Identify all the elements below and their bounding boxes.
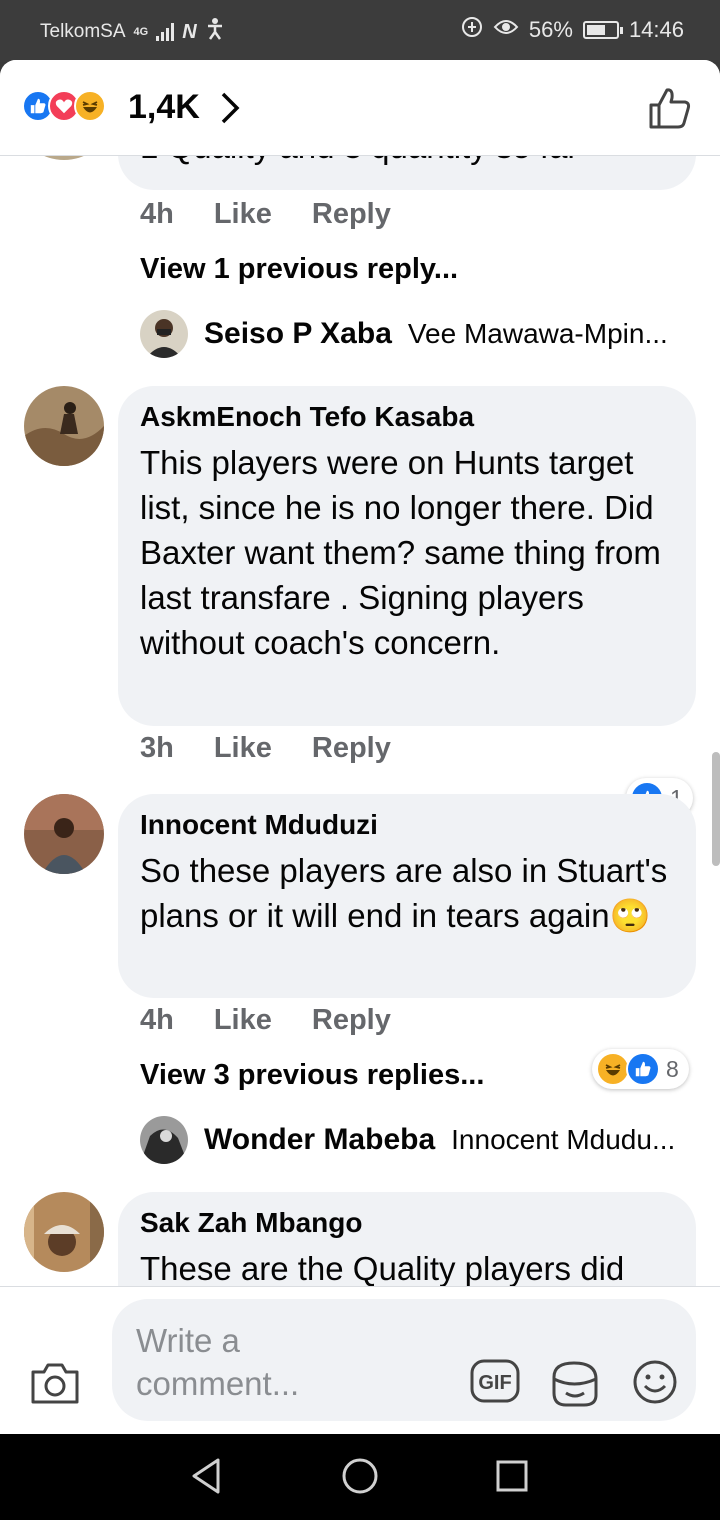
scrollbar[interactable] [712, 752, 720, 866]
comment-list[interactable]: 1 Quality and 3 quantity so far 4h Like … [0, 156, 720, 1286]
gif-icon[interactable]: GIF [470, 1359, 520, 1408]
avatar[interactable] [24, 386, 104, 466]
emoji-icon[interactable] [632, 1359, 678, 1410]
system-nav-bar [0, 1434, 720, 1520]
reply-preview: Innocent Mdudu... [451, 1124, 676, 1155]
status-right: 56% 14:46 [461, 16, 684, 44]
comment-bubble[interactable]: AskmEnoch Tefo Kasaba This players were … [118, 386, 696, 726]
reply-button[interactable]: Reply [312, 198, 391, 231]
comments-sheet: 1,4K 1 Quality and 3 quantity so far 4h … [0, 60, 720, 1434]
sticker-icon[interactable] [550, 1359, 600, 1412]
home-icon[interactable] [340, 1456, 380, 1501]
nfc-icon: N [182, 20, 197, 43]
like-icon [626, 1052, 660, 1086]
comment-author[interactable]: Sak Zah Mbango [140, 1206, 674, 1240]
comment-meta: 4h Like Reply [140, 1004, 391, 1037]
reply-button[interactable]: Reply [312, 1004, 391, 1037]
avatar[interactable] [140, 1116, 188, 1164]
comment-time: 4h [140, 198, 174, 230]
haha-icon [74, 90, 106, 122]
reply-author[interactable]: Wonder Mabeba [204, 1123, 435, 1157]
comment-placeholder: Write a comment... [136, 1322, 300, 1402]
comment-author[interactable]: AskmEnoch Tefo Kasaba [140, 400, 674, 434]
chevron-right-icon[interactable] [218, 90, 242, 131]
carrier-label: TelkomSA [40, 21, 126, 42]
signal-icon [156, 23, 175, 41]
comment-meta: 3h Like Reply [140, 732, 391, 765]
reply-preview: Vee Mawawa-Mpin... [407, 318, 668, 349]
reply-author[interactable]: Seiso P Xaba [204, 317, 392, 351]
avatar[interactable] [24, 794, 104, 874]
comment-text: These are the Quality players did [140, 1250, 625, 1286]
clock: 14:46 [628, 17, 684, 42]
status-left: TelkomSA 4G N [40, 18, 225, 46]
comment-time: 4h [140, 1004, 174, 1036]
comment-text: 1 Quality and 3 quantity so far [140, 156, 674, 169]
view-previous-replies[interactable]: View 1 previous reply... [140, 253, 458, 286]
reactions-header: 1,4K [0, 60, 720, 156]
eye-comfort-icon [493, 17, 519, 43]
battery-icon [582, 21, 623, 39]
camera-icon[interactable] [30, 1361, 80, 1410]
back-icon[interactable] [188, 1456, 224, 1501]
reaction-count[interactable]: 1,4K [128, 88, 200, 127]
avatar[interactable] [24, 1192, 104, 1272]
comment-input[interactable]: Write a comment... GIF [112, 1299, 696, 1421]
comment-text: So these players are also in Stuart's pl… [140, 852, 668, 934]
data-saver-icon [461, 16, 483, 44]
like-button[interactable]: Like [214, 1004, 272, 1037]
accessibility-icon [205, 18, 225, 46]
comment-reactions[interactable]: 8 [592, 1049, 689, 1089]
comment-composer: Write a comment... GIF [0, 1286, 720, 1434]
recents-icon[interactable] [494, 1456, 530, 1501]
latest-reply[interactable]: Seiso P Xaba Vee Mawawa-Mpin... [140, 310, 668, 358]
comment-bubble[interactable]: Innocent Mduduzi So these players are al… [118, 794, 696, 998]
status-bar: TelkomSA 4G N 56% 14:46 [0, 0, 720, 62]
reaction-icons[interactable] [22, 90, 106, 122]
network-type-label: 4G [133, 26, 149, 38]
comment-bubble[interactable]: 1 Quality and 3 quantity so far [118, 156, 696, 190]
haha-icon [596, 1052, 630, 1086]
like-button[interactable]: Like [214, 198, 272, 231]
comment-text: This players were on Hunts target list, … [140, 444, 661, 661]
reply-button[interactable]: Reply [312, 732, 391, 765]
like-post-button[interactable] [648, 86, 692, 135]
comment-time: 3h [140, 732, 174, 764]
svg-text:GIF: GIF [478, 1372, 511, 1394]
avatar[interactable] [140, 310, 188, 358]
like-button[interactable]: Like [214, 732, 272, 765]
battery-percent: 56% [528, 17, 573, 42]
comment-author[interactable]: Innocent Mduduzi [140, 808, 674, 842]
reaction-count: 8 [666, 1055, 679, 1082]
avatar[interactable] [24, 156, 104, 160]
comment-bubble[interactable]: Sak Zah Mbango These are the Quality pla… [118, 1192, 696, 1286]
view-previous-replies[interactable]: View 3 previous replies... [140, 1059, 484, 1092]
comment-meta: 4h Like Reply [140, 198, 391, 231]
latest-reply[interactable]: Wonder Mabeba Innocent Mdudu... [140, 1116, 675, 1164]
